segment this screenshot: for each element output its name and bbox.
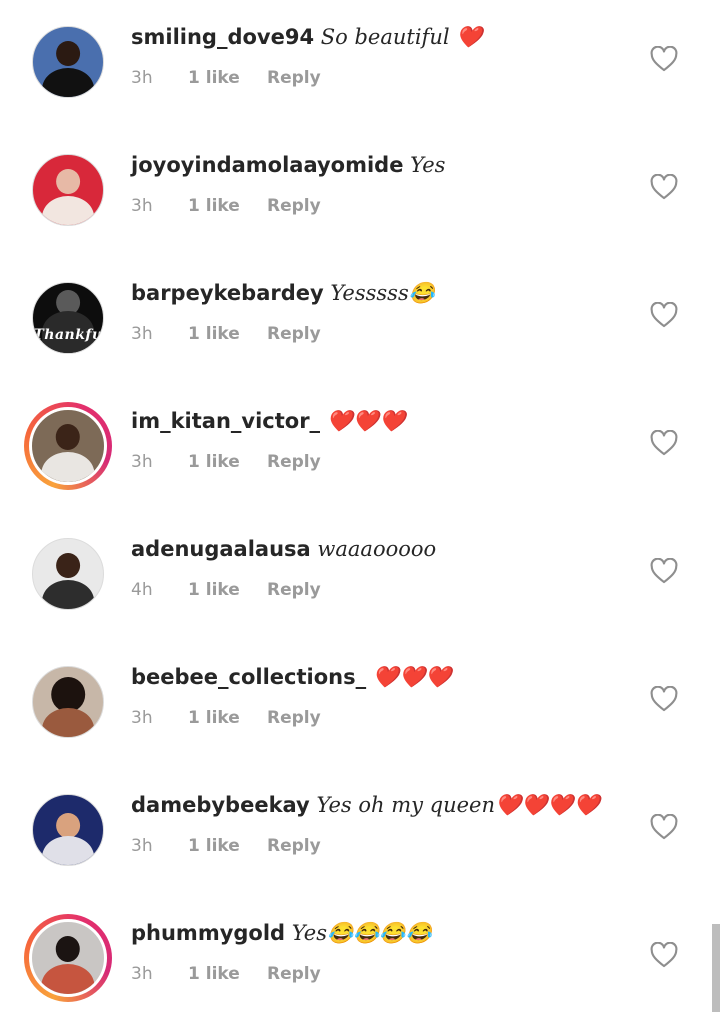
reply-button[interactable]: Reply [267,194,321,218]
comment-username[interactable]: joyoyindamolaayomide [131,153,403,177]
avatar[interactable] [32,538,104,610]
comment-text: Yes oh my queen❤️❤️❤️❤️ [316,793,600,817]
avatar[interactable] [32,666,104,738]
reply-button[interactable]: Reply [267,578,321,602]
comment-likes[interactable]: 1 like [188,578,240,602]
comment-time: 3h [131,964,153,984]
avatar-body [41,963,95,994]
comment-time: 3h [131,196,153,216]
comment-line: damebybeekay Yes oh my queen❤️❤️❤️❤️ [131,790,600,820]
avatar-wrapper[interactable] [32,538,104,610]
comment-text: ❤️❤️❤️ [326,409,406,433]
avatar-head [56,813,80,839]
heart-outline-icon[interactable] [650,174,678,200]
avatar[interactable] [29,919,107,997]
comment-text: Yesssss😂 [330,281,435,305]
comment-line: beebee_collections_ ❤️❤️❤️ [131,662,451,692]
avatar[interactable]: Thankfu [32,282,104,354]
avatar-head [55,936,81,963]
avatar-body [41,451,95,482]
comment-username[interactable]: smiling_dove94 [131,25,314,49]
comment-text: Yes😂😂😂😂 [291,921,432,945]
avatar-head [55,424,81,451]
comment-username[interactable]: damebybeekay [131,793,310,817]
comment-line: smiling_dove94 So beautiful ❤️ [131,22,482,52]
comment-username[interactable]: barpeykebardey [131,281,324,305]
avatar-head [51,676,85,712]
avatar[interactable] [32,154,104,226]
avatar-body [42,195,94,225]
comment-username[interactable]: im_kitan_victor_ [131,409,320,433]
story-ring[interactable] [24,402,112,490]
comment-time: 3h [131,708,153,728]
reply-button[interactable]: Reply [267,66,321,90]
reply-button[interactable]: Reply [267,834,321,858]
avatar-head [56,553,80,579]
heart-outline-icon[interactable] [650,430,678,456]
comment-likes[interactable]: 1 like [188,322,240,346]
comment-text: So beautiful ❤️ [320,25,483,49]
avatar-body [42,707,94,737]
reply-button[interactable]: Reply [267,322,321,346]
comment-time: 3h [131,324,153,344]
avatar-wrapper[interactable]: Thankfu [32,282,104,354]
comment-username[interactable]: phummygold [131,921,285,945]
comment-item: joyoyindamolaayomide Yes 3h 1 like Reply [0,128,720,256]
comment-likes[interactable]: 1 like [188,66,240,90]
comment-username[interactable]: adenugaalausa [131,537,311,561]
comment-line: adenugaalausa waaaooooo [131,534,436,564]
comment-list: smiling_dove94 So beautiful ❤️ 3h 1 like… [0,0,720,1012]
comment-likes[interactable]: 1 like [188,706,240,730]
avatar-head [56,169,80,195]
avatar-wrapper[interactable] [32,794,104,866]
comment-line: im_kitan_victor_ ❤️❤️❤️ [131,406,405,436]
avatar[interactable] [32,26,104,98]
comment-likes[interactable]: 1 like [188,194,240,218]
heart-outline-icon[interactable] [650,302,678,328]
avatar[interactable] [32,794,104,866]
reply-button[interactable]: Reply [267,962,321,986]
comment-time: 3h [131,452,153,472]
comment-line: phummygold Yes😂😂😂😂 [131,918,432,948]
comment-username[interactable]: beebee_collections_ [131,665,366,689]
comment-text: ❤️❤️❤️ [372,665,452,689]
heart-outline-icon[interactable] [650,558,678,584]
comment-item: phummygold Yes😂😂😂😂 3h 1 like Reply [0,896,720,1012]
comment-item: damebybeekay Yes oh my queen❤️❤️❤️❤️ 3h … [0,768,720,896]
comment-line: barpeykebardey Yesssss😂 [131,278,435,308]
comment-item: Thankfu barpeykebardey Yesssss😂 3h 1 lik… [0,256,720,384]
heart-outline-icon[interactable] [650,814,678,840]
avatar-head [56,41,80,67]
comment-item: im_kitan_victor_ ❤️❤️❤️ 3h 1 like Reply [0,384,720,512]
reply-button[interactable]: Reply [267,706,321,730]
comment-text: Yes [410,153,446,177]
comment-item: adenugaalausa waaaooooo 4h 1 like Reply [0,512,720,640]
comment-text: waaaooooo [317,537,437,561]
comment-likes[interactable]: 1 like [188,834,240,858]
avatar-body [42,579,94,609]
comment-item: beebee_collections_ ❤️❤️❤️ 3h 1 like Rep… [0,640,720,768]
reply-button[interactable]: Reply [267,450,321,474]
avatar-logo-text: Thankfu [33,327,103,343]
avatar-wrapper[interactable] [32,26,104,98]
comment-time: 3h [131,836,153,856]
comment-time: 4h [131,580,153,600]
scrollbar[interactable] [712,924,720,1012]
comment-item: smiling_dove94 So beautiful ❤️ 3h 1 like… [0,0,720,128]
comment-likes[interactable]: 1 like [188,962,240,986]
avatar-wrapper[interactable] [32,666,104,738]
story-ring[interactable] [24,914,112,1002]
avatar-body [42,835,94,865]
heart-outline-icon[interactable] [650,686,678,712]
comment-line: joyoyindamolaayomide Yes [131,150,445,180]
heart-outline-icon[interactable] [650,942,678,968]
avatar-wrapper[interactable] [32,154,104,226]
comment-time: 3h [131,68,153,88]
avatar[interactable] [29,407,107,485]
heart-outline-icon[interactable] [650,46,678,72]
avatar-body [42,67,94,97]
comment-likes[interactable]: 1 like [188,450,240,474]
